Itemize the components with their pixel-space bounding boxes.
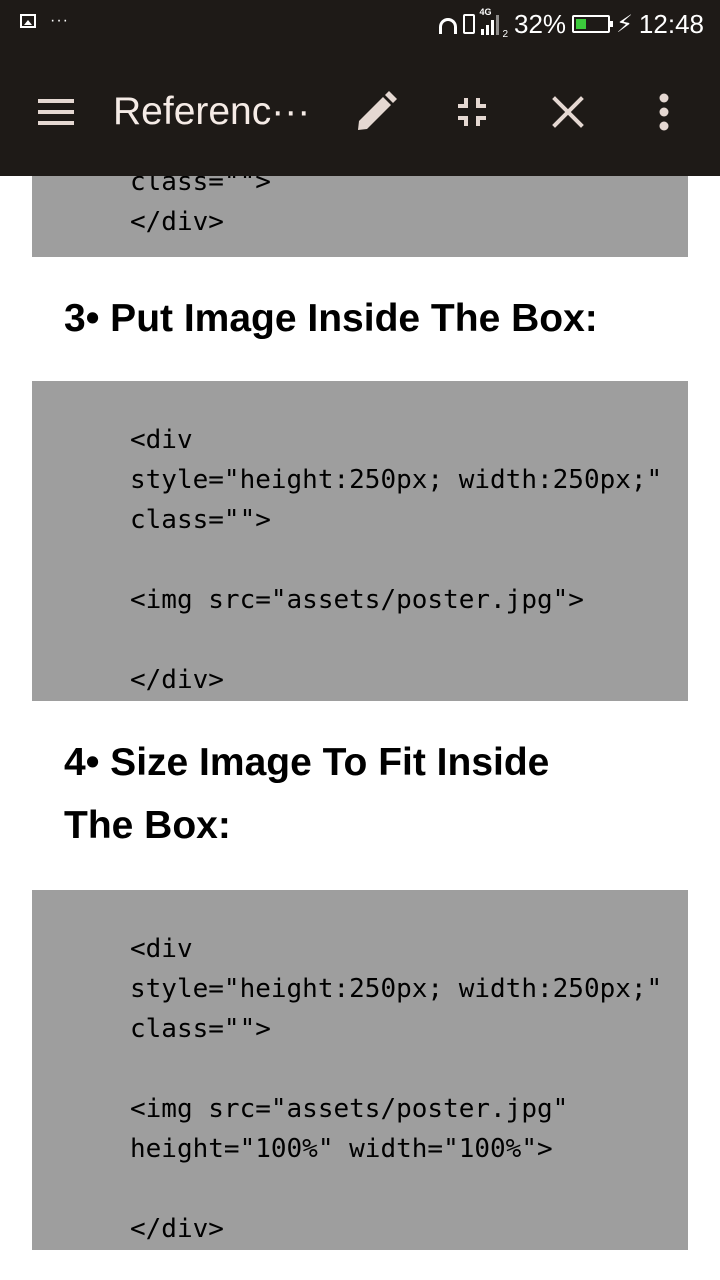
code-line: <img src="assets/poster.jpg"> (130, 585, 584, 615)
close-icon[interactable] (544, 88, 592, 136)
code-line: <div (130, 425, 193, 455)
battery-level (576, 19, 586, 29)
more-vert-icon[interactable] (640, 88, 688, 136)
code-line: class=""> (130, 505, 271, 535)
code-line: </div> (130, 665, 224, 695)
code-line: height="100%" width="100%"> (130, 1134, 553, 1164)
code-line: </div> (130, 207, 224, 237)
code-block: <div style="height:250px; width:250px;" … (32, 890, 688, 1250)
network-type: 4G (479, 7, 492, 17)
menu-icon[interactable] (38, 99, 74, 125)
heading-line: The Box: (64, 804, 231, 847)
system-tray: 4G 2 32% ⚡︎ 12:48 (439, 7, 704, 40)
code-line: style="height:250px; width:250px;" (130, 465, 663, 495)
notification-area: ··· (20, 12, 69, 29)
code-line: style="height:250px; width:250px;" (130, 974, 663, 1004)
heading-line: 4• Size Image To Fit Inside (64, 741, 550, 784)
sim-indicator: 2 (502, 29, 509, 40)
collapse-icon[interactable] (448, 88, 496, 136)
more-notifications-icon: ··· (50, 12, 69, 29)
code-line: <img src="assets/poster.jpg" (130, 1094, 569, 1124)
code-block: class=""> </div> (32, 176, 688, 257)
code-line: </div> (130, 1214, 224, 1244)
lightning-icon: ⚡︎ (616, 10, 633, 38)
code-line: class=""> (130, 176, 271, 197)
battery-percent: 32% (514, 8, 567, 39)
clock: 12:48 (638, 8, 704, 39)
vibrate-icon (463, 14, 476, 34)
code-line: <div (130, 934, 193, 964)
image-icon (20, 14, 36, 28)
signal-icon: 4G (479, 7, 500, 35)
headphones-icon (439, 18, 458, 34)
section-heading: 4• Size Image To Fit Inside The Box: (64, 731, 664, 857)
app-bar: Referenc··· (0, 48, 720, 176)
code-block: <div style="height:250px; width:250px;" … (32, 381, 688, 701)
article-content[interactable]: class=""> </div> 3• Put Image Inside The… (0, 176, 720, 1280)
edit-icon[interactable] (352, 88, 400, 136)
battery-icon (572, 15, 614, 33)
status-bar: ··· 4G 2 32% ⚡︎ 12:48 (0, 0, 720, 48)
section-heading: 3• Put Image Inside The Box: (64, 297, 598, 340)
code-line: class=""> (130, 1014, 271, 1044)
page-title: Referenc··· (113, 90, 311, 133)
